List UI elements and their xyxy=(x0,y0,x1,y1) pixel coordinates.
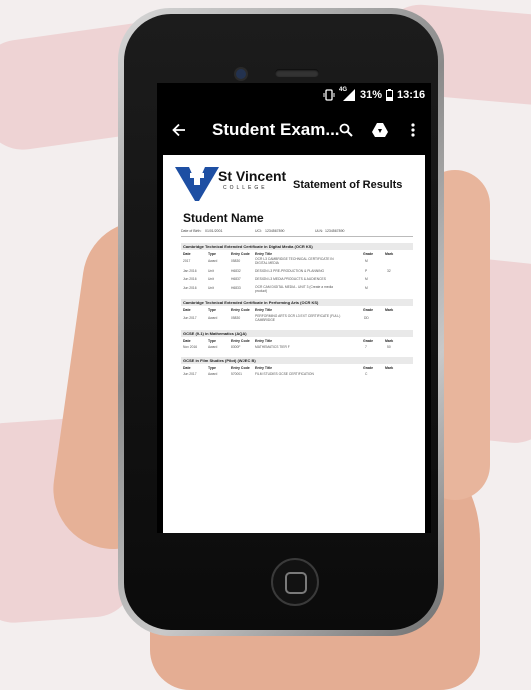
cell-code: H6837 xyxy=(231,277,241,281)
search-icon xyxy=(339,123,353,137)
vibrate-icon xyxy=(323,89,335,104)
cell-grade: 7 xyxy=(365,345,367,349)
cell-date: Jun 2016 xyxy=(183,277,197,281)
cell-date: Jun 2017 xyxy=(183,372,197,376)
cell-date: Jan 2016 xyxy=(183,269,197,273)
meta-label: UCI: xyxy=(255,229,262,233)
drive-button[interactable] xyxy=(367,109,393,151)
cell-date: Jun 2017 xyxy=(183,316,197,320)
cell-type: Unit xyxy=(208,277,214,281)
column-header: Grade xyxy=(363,308,374,312)
college-logo xyxy=(175,167,219,206)
column-header: Grade xyxy=(363,366,374,370)
cell-type: Award xyxy=(208,259,218,263)
column-header: Mark xyxy=(385,366,394,370)
cell-date: 2017 xyxy=(183,259,191,263)
cell-date: Jun 2016 xyxy=(183,286,197,290)
drive-icon xyxy=(372,123,388,137)
signal-icon xyxy=(343,89,355,104)
student-name: Student Name xyxy=(183,211,264,225)
cell-title: DESIGN L3 PRE-PRODUCTION & PLANNING xyxy=(255,269,325,273)
column-header: Date xyxy=(183,339,191,343)
cell-code: 05830 xyxy=(231,316,241,320)
search-button[interactable] xyxy=(333,109,359,151)
column-header: Entry Code xyxy=(231,308,250,312)
cell-title: OCR CAM DIGITAL MEDIA - UNIT 3 (Create a… xyxy=(255,285,333,293)
column-header: Entry Title xyxy=(255,308,273,312)
cell-code: H6832 xyxy=(231,269,241,273)
back-button[interactable] xyxy=(165,109,193,151)
column-header: Date xyxy=(183,252,191,256)
section-title: Cambridge Technical Extended Certificate… xyxy=(181,243,413,250)
cell-type: Unit xyxy=(208,269,214,273)
column-header: Entry Code xyxy=(231,339,250,343)
meta-label: ULN: xyxy=(315,229,323,233)
back-arrow-icon xyxy=(172,123,185,137)
column-header: Entry Code xyxy=(231,366,250,370)
column-header: Date xyxy=(183,308,191,312)
cell-grade: DD xyxy=(364,316,369,320)
column-header: Entry Code xyxy=(231,252,250,256)
column-header: Entry Title xyxy=(255,339,273,343)
cell-type: Award xyxy=(208,372,218,376)
cell-title: PERFORMING ARTS OCR L3 EXT CERTIFICATE (… xyxy=(255,314,341,322)
meta-value: 1234567890 xyxy=(325,229,345,233)
meta-label: Date of Birth: xyxy=(181,229,202,233)
column-header: Grade xyxy=(363,252,374,256)
section-title: GCSE in Film Studies (Pilot) (WJEC B) xyxy=(181,357,413,364)
cell-code: H6833 xyxy=(231,286,241,290)
cell-type: Unit xyxy=(208,286,214,290)
column-header: Type xyxy=(208,339,216,343)
cell-mark: 50 xyxy=(387,345,391,349)
front-camera xyxy=(236,69,246,79)
more-options-button[interactable] xyxy=(403,109,423,151)
cell-code: 570001 xyxy=(231,372,243,376)
cell-grade: M xyxy=(365,286,368,290)
column-header: Entry Title xyxy=(255,252,273,256)
document-page[interactable]: St Vincent COLLEGE Statement of Results … xyxy=(163,155,425,533)
cell-type: Award xyxy=(208,316,218,320)
cell-mark: 32 xyxy=(387,269,391,273)
phone-screen: 4G 31% 13:16 Student Exam... St Vincent … xyxy=(157,83,431,533)
meta-value: 01/01/2001 xyxy=(205,229,223,233)
college-subtitle: COLLEGE xyxy=(223,185,268,191)
cell-date: Nov 2016 xyxy=(183,345,198,349)
divider xyxy=(181,236,413,237)
app-title: Student Exam... xyxy=(212,120,340,139)
column-header: Mark xyxy=(385,252,394,256)
status-bar: 4G 31% 13:16 xyxy=(157,83,431,109)
clock: 13:16 xyxy=(397,89,426,101)
cell-grade: M xyxy=(365,259,368,263)
column-header: Mark xyxy=(385,339,394,343)
column-header: Type xyxy=(208,308,216,312)
battery-level: 31% xyxy=(360,89,383,101)
cell-grade: P xyxy=(365,269,368,273)
column-header: Grade xyxy=(363,339,374,343)
college-name: St Vincent xyxy=(218,168,287,184)
document-heading: Statement of Results xyxy=(293,179,403,191)
cell-grade: M xyxy=(365,277,368,281)
cell-code: 05830 xyxy=(231,259,241,263)
column-header: Mark xyxy=(385,308,394,312)
column-header: Entry Title xyxy=(255,366,273,370)
column-header: Type xyxy=(208,252,216,256)
cell-title: MATHEMATICS TIER F xyxy=(255,345,290,349)
home-button-icon xyxy=(285,572,307,594)
more-vert-icon xyxy=(411,123,415,137)
meta-value: 1234567890 xyxy=(265,229,285,233)
cell-grade: C xyxy=(365,372,368,376)
column-header: Date xyxy=(183,366,191,370)
earpiece-speaker xyxy=(275,69,319,77)
cell-type: Award xyxy=(208,345,218,349)
cell-title: DESIGN L3 MEDIA PRODUCTS & AUDIENCES xyxy=(255,277,326,281)
home-button[interactable] xyxy=(271,558,319,606)
column-header: Type xyxy=(208,366,216,370)
battery-icon xyxy=(386,89,393,104)
cell-code: 8300F xyxy=(231,345,241,349)
section-title: GCSE (9-1) in Mathematics (AQA) xyxy=(181,330,413,337)
section-title: Cambridge Technical Extended Certificate… xyxy=(181,299,413,306)
cell-title: OCR L3 CAMBRIDGE TECHNICAL CERTIFICATE I… xyxy=(255,257,334,265)
cell-title: FILM STUDIES GCSE CERTIFICATION xyxy=(255,372,314,376)
app-bar: Student Exam... xyxy=(157,109,431,151)
